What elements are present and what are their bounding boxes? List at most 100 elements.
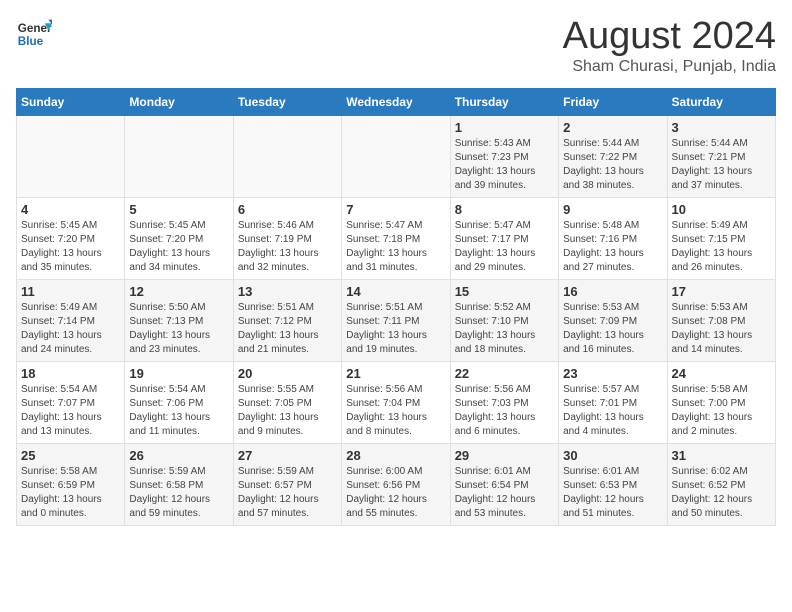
calendar-cell: 1 Sunrise: 5:43 AM Sunset: 7:23 PM Daylig… — [450, 115, 558, 197]
calendar-cell: 28Sunrise: 6:00 AM Sunset: 6:56 PM Dayli… — [342, 443, 450, 525]
day-number: 30 — [563, 448, 662, 463]
day-info: Sunrise: 6:02 AM Sunset: 6:52 PM Dayligh… — [672, 465, 771, 521]
day-info: Sunrise: 5:58 AM Sunset: 7:00 PM Dayligh… — [672, 383, 771, 439]
day-header-friday: Friday — [559, 88, 667, 115]
calendar-cell — [342, 115, 450, 197]
day-number: 3 — [672, 120, 771, 135]
day-info: Sunrise: 5:47 AM Sunset: 7:17 PM Dayligh… — [455, 219, 554, 275]
day-number: 13 — [238, 284, 337, 299]
day-number: 29 — [455, 448, 554, 463]
day-number: 10 — [672, 202, 771, 217]
day-number: 5 — [129, 202, 228, 217]
day-info: Sunrise: 5:53 AM Sunset: 7:09 PM Dayligh… — [563, 301, 662, 357]
day-info: Sunrise: 6:01 AM Sunset: 6:54 PM Dayligh… — [455, 465, 554, 521]
day-number: 18 — [21, 366, 120, 381]
day-info: Sunrise: 5:45 AM Sunset: 7:20 PM Dayligh… — [21, 219, 120, 275]
calendar-cell: 26Sunrise: 5:59 AM Sunset: 6:58 PM Dayli… — [125, 443, 233, 525]
day-number: 20 — [238, 366, 337, 381]
day-number: 9 — [563, 202, 662, 217]
calendar-cell — [233, 115, 341, 197]
day-info: Sunrise: 6:01 AM Sunset: 6:53 PM Dayligh… — [563, 465, 662, 521]
calendar-cell: 12 Sunrise: 5:50 AM Sunset: 7:13 PM Dayli… — [125, 279, 233, 361]
day-info: Sunrise: 5:53 AM Sunset: 7:08 PM Dayligh… — [672, 301, 771, 357]
calendar-cell: 11 Sunrise: 5:49 AM Sunset: 7:14 PM Dayli… — [17, 279, 125, 361]
day-number: 15 — [455, 284, 554, 299]
day-header-monday: Monday — [125, 88, 233, 115]
calendar-cell: 20 Sunrise: 5:55 AM Sunset: 7:05 PM Dayli… — [233, 361, 341, 443]
day-info: Sunrise: 5:43 AM Sunset: 7:23 PM Dayligh… — [455, 137, 554, 193]
day-info: Sunrise: 5:55 AM Sunset: 7:05 PM Dayligh… — [238, 383, 337, 439]
calendar-cell: 18 Sunrise: 5:54 AM Sunset: 7:07 PM Dayli… — [17, 361, 125, 443]
calendar-cell: 8 Sunrise: 5:47 AM Sunset: 7:17 PM Daylig… — [450, 197, 558, 279]
day-number: 21 — [346, 366, 445, 381]
day-number: 31 — [672, 448, 771, 463]
calendar-cell: 14Sunrise: 5:51 AM Sunset: 7:11 PM Dayli… — [342, 279, 450, 361]
day-info: Sunrise: 5:49 AM Sunset: 7:15 PM Dayligh… — [672, 219, 771, 275]
week-row-5: 25Sunrise: 5:58 AM Sunset: 6:59 PM Dayli… — [17, 443, 776, 525]
day-number: 8 — [455, 202, 554, 217]
logo-icon: General Blue — [16, 16, 52, 52]
calendar-cell: 25Sunrise: 5:58 AM Sunset: 6:59 PM Dayli… — [17, 443, 125, 525]
day-info: Sunrise: 5:56 AM Sunset: 7:04 PM Dayligh… — [346, 383, 445, 439]
calendar-cell — [17, 115, 125, 197]
week-row-3: 11 Sunrise: 5:49 AM Sunset: 7:14 PM Dayli… — [17, 279, 776, 361]
day-number: 17 — [672, 284, 771, 299]
day-number: 14 — [346, 284, 445, 299]
logo: General Blue — [16, 16, 52, 52]
day-number: 6 — [238, 202, 337, 217]
day-number: 24 — [672, 366, 771, 381]
day-number: 28 — [346, 448, 445, 463]
main-title: August 2024 — [563, 16, 776, 58]
day-info: Sunrise: 5:54 AM Sunset: 7:06 PM Dayligh… — [129, 383, 228, 439]
day-info: Sunrise: 5:57 AM Sunset: 7:01 PM Dayligh… — [563, 383, 662, 439]
calendar-cell: 29 Sunrise: 6:01 AM Sunset: 6:54 PM Dayli… — [450, 443, 558, 525]
day-info: Sunrise: 5:45 AM Sunset: 7:20 PM Dayligh… — [129, 219, 228, 275]
day-number: 27 — [238, 448, 337, 463]
day-info: Sunrise: 5:50 AM Sunset: 7:13 PM Dayligh… — [129, 301, 228, 357]
calendar-cell: 4 Sunrise: 5:45 AM Sunset: 7:20 PM Daylig… — [17, 197, 125, 279]
day-number: 1 — [455, 120, 554, 135]
calendar-cell: 13 Sunrise: 5:51 AM Sunset: 7:12 PM Dayli… — [233, 279, 341, 361]
calendar-cell: 24 Sunrise: 5:58 AM Sunset: 7:00 PM Dayli… — [667, 361, 775, 443]
calendar-cell: 22 Sunrise: 5:56 AM Sunset: 7:03 PM Dayli… — [450, 361, 558, 443]
calendar-cell: 9 Sunrise: 5:48 AM Sunset: 7:16 PM Daylig… — [559, 197, 667, 279]
days-header-row: SundayMondayTuesdayWednesdayThursdayFrid… — [17, 88, 776, 115]
day-number: 7 — [346, 202, 445, 217]
day-header-thursday: Thursday — [450, 88, 558, 115]
calendar-cell: 10 Sunrise: 5:49 AM Sunset: 7:15 PM Dayli… — [667, 197, 775, 279]
day-number: 26 — [129, 448, 228, 463]
day-info: Sunrise: 5:44 AM Sunset: 7:22 PM Dayligh… — [563, 137, 662, 193]
calendar-cell: 15 Sunrise: 5:52 AM Sunset: 7:10 PM Dayli… — [450, 279, 558, 361]
calendar-cell: 30 Sunrise: 6:01 AM Sunset: 6:53 PM Dayli… — [559, 443, 667, 525]
day-info: Sunrise: 5:49 AM Sunset: 7:14 PM Dayligh… — [21, 301, 120, 357]
calendar-cell: 31 Sunrise: 6:02 AM Sunset: 6:52 PM Dayli… — [667, 443, 775, 525]
day-header-saturday: Saturday — [667, 88, 775, 115]
calendar-cell: 7 Sunrise: 5:47 AM Sunset: 7:18 PM Daylig… — [342, 197, 450, 279]
calendar-cell — [125, 115, 233, 197]
calendar-cell: 2 Sunrise: 5:44 AM Sunset: 7:22 PM Daylig… — [559, 115, 667, 197]
subtitle: Sham Churasi, Punjab, India — [563, 58, 776, 76]
day-number: 23 — [563, 366, 662, 381]
day-number: 22 — [455, 366, 554, 381]
calendar-cell: 16Sunrise: 5:53 AM Sunset: 7:09 PM Dayli… — [559, 279, 667, 361]
day-number: 11 — [21, 284, 120, 299]
day-info: Sunrise: 5:51 AM Sunset: 7:12 PM Dayligh… — [238, 301, 337, 357]
day-info: Sunrise: 5:52 AM Sunset: 7:10 PM Dayligh… — [455, 301, 554, 357]
day-header-wednesday: Wednesday — [342, 88, 450, 115]
calendar-cell: 23 Sunrise: 5:57 AM Sunset: 7:01 PM Dayli… — [559, 361, 667, 443]
svg-text:Blue: Blue — [18, 35, 44, 48]
day-header-sunday: Sunday — [17, 88, 125, 115]
day-info: Sunrise: 5:59 AM Sunset: 6:57 PM Dayligh… — [238, 465, 337, 521]
calendar-cell: 19Sunrise: 5:54 AM Sunset: 7:06 PM Dayli… — [125, 361, 233, 443]
day-header-tuesday: Tuesday — [233, 88, 341, 115]
day-number: 2 — [563, 120, 662, 135]
day-info: Sunrise: 5:56 AM Sunset: 7:03 PM Dayligh… — [455, 383, 554, 439]
calendar-cell: 6Sunrise: 5:46 AM Sunset: 7:19 PM Daylig… — [233, 197, 341, 279]
day-info: Sunrise: 5:54 AM Sunset: 7:07 PM Dayligh… — [21, 383, 120, 439]
day-info: Sunrise: 5:47 AM Sunset: 7:18 PM Dayligh… — [346, 219, 445, 275]
day-info: Sunrise: 5:48 AM Sunset: 7:16 PM Dayligh… — [563, 219, 662, 275]
day-info: Sunrise: 5:44 AM Sunset: 7:21 PM Dayligh… — [672, 137, 771, 193]
day-number: 12 — [129, 284, 228, 299]
day-number: 4 — [21, 202, 120, 217]
week-row-1: 1 Sunrise: 5:43 AM Sunset: 7:23 PM Daylig… — [17, 115, 776, 197]
